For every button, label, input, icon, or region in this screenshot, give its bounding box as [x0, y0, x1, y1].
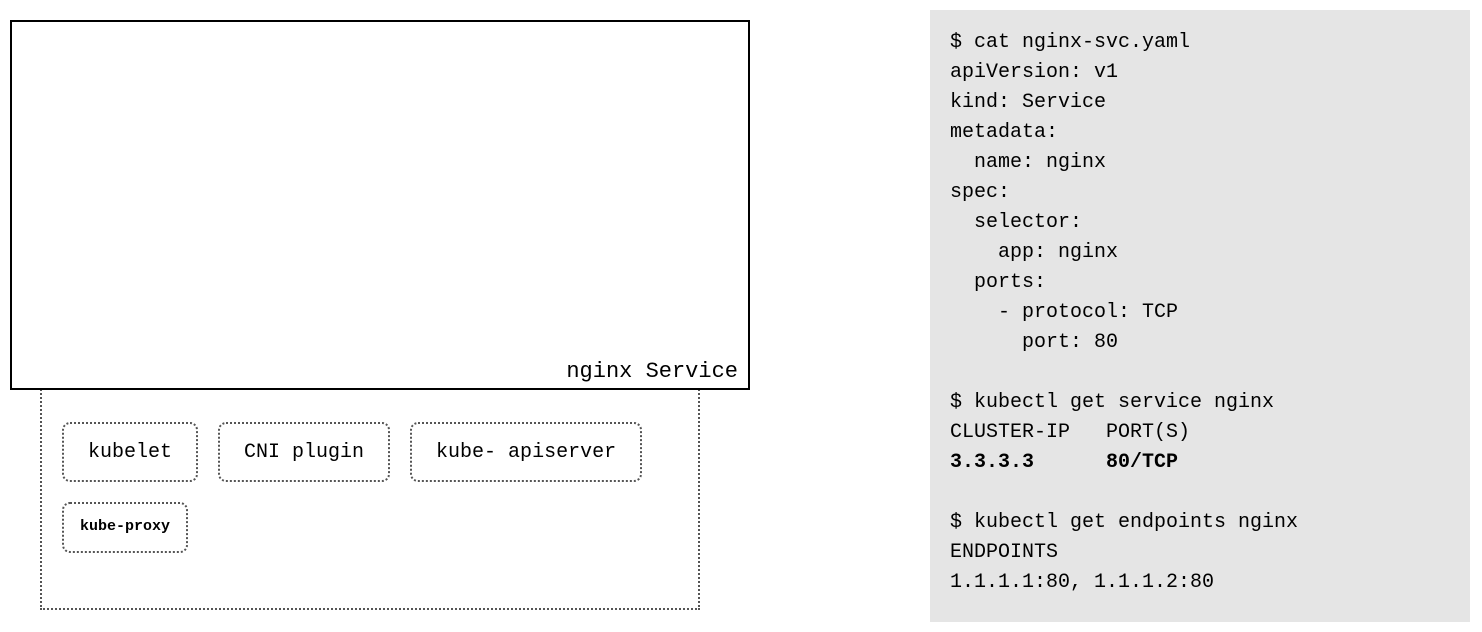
terminal-line — [950, 358, 1450, 388]
component-kubelet: kubelet — [62, 422, 198, 482]
terminal-line: apiVersion: v1 — [950, 58, 1450, 88]
components-row-1: kubelet CNI plugin kube- apiserver — [62, 422, 682, 482]
terminal-line: $ cat nginx-svc.yaml — [950, 28, 1450, 58]
terminal-line: 1.1.1.1:80, 1.1.1.2:80 — [950, 568, 1450, 598]
node-components: kubelet CNI plugin kube- apiserver kube-… — [62, 422, 682, 573]
terminal-line: ports: — [950, 268, 1450, 298]
service-label: nginx Service — [566, 359, 738, 384]
terminal-line — [950, 478, 1450, 508]
terminal-line: metadata: — [950, 118, 1450, 148]
service-box: nginx Service — [10, 20, 750, 390]
component-kube-proxy: kube-proxy — [62, 502, 188, 553]
terminal-line: app: nginx — [950, 238, 1450, 268]
terminal-line: CLUSTER-IP PORT(S) — [950, 418, 1450, 448]
terminal-line: port: 80 — [950, 328, 1450, 358]
terminal-line: ENDPOINTS — [950, 538, 1450, 568]
component-cni-plugin: CNI plugin — [218, 422, 390, 482]
terminal-line: $ kubectl get service nginx — [950, 388, 1450, 418]
terminal-line: spec: — [950, 178, 1450, 208]
terminal-line: 3.3.3.3 80/TCP — [950, 448, 1450, 478]
terminal-output: $ cat nginx-svc.yamlapiVersion: v1kind: … — [930, 10, 1470, 622]
terminal-line: kind: Service — [950, 88, 1450, 118]
terminal-line: name: nginx — [950, 148, 1450, 178]
components-row-2: kube-proxy — [62, 502, 682, 553]
terminal-line: $ kubectl get endpoints nginx — [950, 508, 1450, 538]
terminal-line: selector: — [950, 208, 1450, 238]
component-kube-apiserver: kube- apiserver — [410, 422, 642, 482]
terminal-line: - protocol: TCP — [950, 298, 1450, 328]
architecture-diagram: Node A nginx 1.1.1.1 eth0 nginx 1.1.1.2 … — [10, 10, 750, 620]
